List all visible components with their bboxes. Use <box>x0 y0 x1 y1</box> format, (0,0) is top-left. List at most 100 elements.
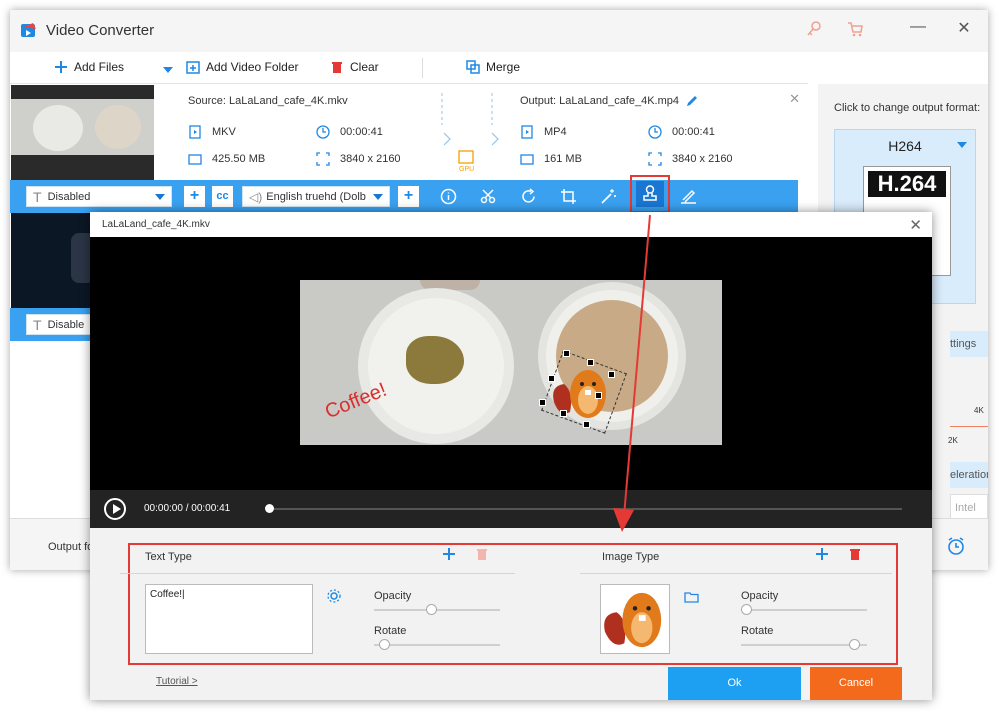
text-settings-gear-icon[interactable] <box>327 589 341 603</box>
resize-handle[interactable] <box>608 371 615 378</box>
seek-bar[interactable] <box>270 508 902 510</box>
resize-handle[interactable] <box>583 421 590 428</box>
file-item[interactable]: Source: LaLaLand_cafe_4K.mkv MKV 00:00:4… <box>10 85 808 180</box>
seek-knob[interactable] <box>265 504 274 513</box>
add-video-folder-button[interactable]: Add Video Folder <box>186 60 299 74</box>
watermark-image-preview[interactable] <box>600 584 670 654</box>
output-resolution: 3840 x 2160 <box>648 152 733 166</box>
cancel-button[interactable]: Cancel <box>810 667 902 700</box>
close-window-button[interactable]: ✕ <box>954 18 974 38</box>
alarm-clock-icon[interactable] <box>946 536 966 556</box>
chevron-down-icon <box>373 194 383 200</box>
key-icon[interactable] <box>805 20 823 38</box>
beaver-image-icon <box>604 592 662 648</box>
resolution-slider[interactable] <box>950 426 988 427</box>
res-4k-label: 4K <box>974 406 984 415</box>
hardware-acceleration-button[interactable]: eleration <box>950 462 988 488</box>
video-preview: Coffee! <box>90 237 932 490</box>
intel-checkbox[interactable]: Intel <box>950 494 988 520</box>
source-format: MKV <box>188 125 236 139</box>
open-folder-icon[interactable] <box>684 591 700 603</box>
main-toolbar: Add Files Add Video Folder Clear Merge <box>10 52 808 84</box>
text-watermark-preview[interactable]: Coffee! <box>322 379 390 424</box>
resize-handle[interactable] <box>587 359 594 366</box>
gpu-badge: GPU <box>459 166 475 173</box>
time-separator: / <box>185 503 189 514</box>
video-thumbnail[interactable] <box>11 85 154 180</box>
add-image-icon[interactable] <box>815 547 829 561</box>
scissors-icon[interactable] <box>480 188 497 205</box>
chevron-down-icon <box>957 142 967 148</box>
edit-subtitle-icon[interactable] <box>680 188 697 205</box>
resize-handle[interactable] <box>560 410 567 417</box>
cc-subtitle-button[interactable]: cc <box>212 186 233 207</box>
plate-image <box>368 298 504 434</box>
text-rotate-knob[interactable] <box>379 639 391 650</box>
trash-icon <box>332 62 342 73</box>
player-controls: 00:00:00 / 00:00:41 <box>90 490 932 528</box>
merge-button[interactable]: Merge <box>466 60 520 74</box>
acceleration-label: eleration <box>950 469 988 481</box>
add-files-button[interactable]: Add Files <box>54 60 124 74</box>
subtitle-select[interactable]: T Disabled <box>26 186 172 207</box>
add-subtitle-button[interactable]: + <box>184 186 205 207</box>
remove-file-icon[interactable]: ✕ <box>789 91 800 107</box>
image-opacity-slider[interactable] <box>741 609 867 611</box>
output-format-name: H264 <box>888 138 922 154</box>
format-badge: H.264 <box>868 171 946 197</box>
delete-text-icon[interactable] <box>476 547 488 561</box>
clear-button[interactable]: Clear <box>330 60 379 74</box>
edit-pencil-icon[interactable] <box>686 95 698 107</box>
resize-handle[interactable] <box>563 350 570 357</box>
watermark-settings: Text Type Coffee!| Opacity Rotate Image … <box>90 528 932 700</box>
source-size: 425.50 MB <box>188 152 265 166</box>
audio-track-select[interactable]: ◁) English truehd (Dolb <box>242 186 390 207</box>
image-opacity-label: Opacity <box>741 590 779 602</box>
text-rotate-slider[interactable] <box>374 644 500 646</box>
clock-icon <box>316 125 330 139</box>
image-rotate-slider[interactable] <box>741 644 867 646</box>
rotate-icon[interactable] <box>520 188 537 205</box>
info-icon[interactable] <box>440 188 457 205</box>
app-logo-icon <box>21 23 36 37</box>
text-opacity-knob[interactable] <box>425 604 437 615</box>
ok-button[interactable]: Ok <box>668 667 801 700</box>
add-files-dropdown-icon[interactable] <box>162 66 174 74</box>
app-title: Video Converter <box>46 22 155 39</box>
dialog-title: LaLaLand_cafe_4K.mkv <box>102 219 210 230</box>
close-dialog-icon[interactable]: ✕ <box>909 216 922 234</box>
image-opacity-knob[interactable] <box>741 604 753 615</box>
speaker-icon: ◁) <box>249 189 263 204</box>
output-resolution-value: 3840 x 2160 <box>672 153 733 165</box>
source-resolution: 3840 x 2160 <box>316 152 401 166</box>
text-opacity-slider[interactable] <box>374 609 500 611</box>
folder-plus-icon <box>186 61 200 74</box>
crop-icon[interactable] <box>560 188 577 205</box>
add-text-icon[interactable] <box>442 547 456 561</box>
cart-icon[interactable] <box>846 20 864 38</box>
settings-button[interactable]: ttings <box>950 331 988 357</box>
chevron-down-icon <box>155 194 165 200</box>
res-2k-label: 2K <box>948 436 958 445</box>
watermark-button-highlight[interactable] <box>630 175 670 213</box>
delete-image-icon[interactable] <box>849 547 861 561</box>
clock-icon <box>648 125 662 139</box>
text-opacity-label: Opacity <box>374 590 412 602</box>
minimize-button[interactable]: — <box>908 18 928 36</box>
effects-wand-icon[interactable] <box>600 188 617 205</box>
audio-track-value: English truehd (Dolb <box>266 190 366 203</box>
source-size-value: 425.50 MB <box>212 153 266 165</box>
add-audio-button[interactable]: + <box>398 186 419 207</box>
file-size-icon <box>188 154 202 165</box>
edit-toolbar: T Disabled + cc ◁) English truehd (Dolb … <box>10 180 798 213</box>
resize-handle[interactable] <box>548 375 555 382</box>
resize-handle[interactable] <box>595 392 602 399</box>
merge-icon <box>466 60 480 74</box>
resolution-icon <box>316 152 330 166</box>
watermark-button[interactable] <box>636 181 664 207</box>
tutorial-link[interactable]: Tutorial > <box>156 676 198 687</box>
play-icon[interactable] <box>104 498 126 520</box>
watermark-text-input[interactable]: Coffee!| <box>145 584 313 654</box>
resize-handle[interactable] <box>539 399 546 406</box>
source-duration-value: 00:00:41 <box>340 126 383 138</box>
